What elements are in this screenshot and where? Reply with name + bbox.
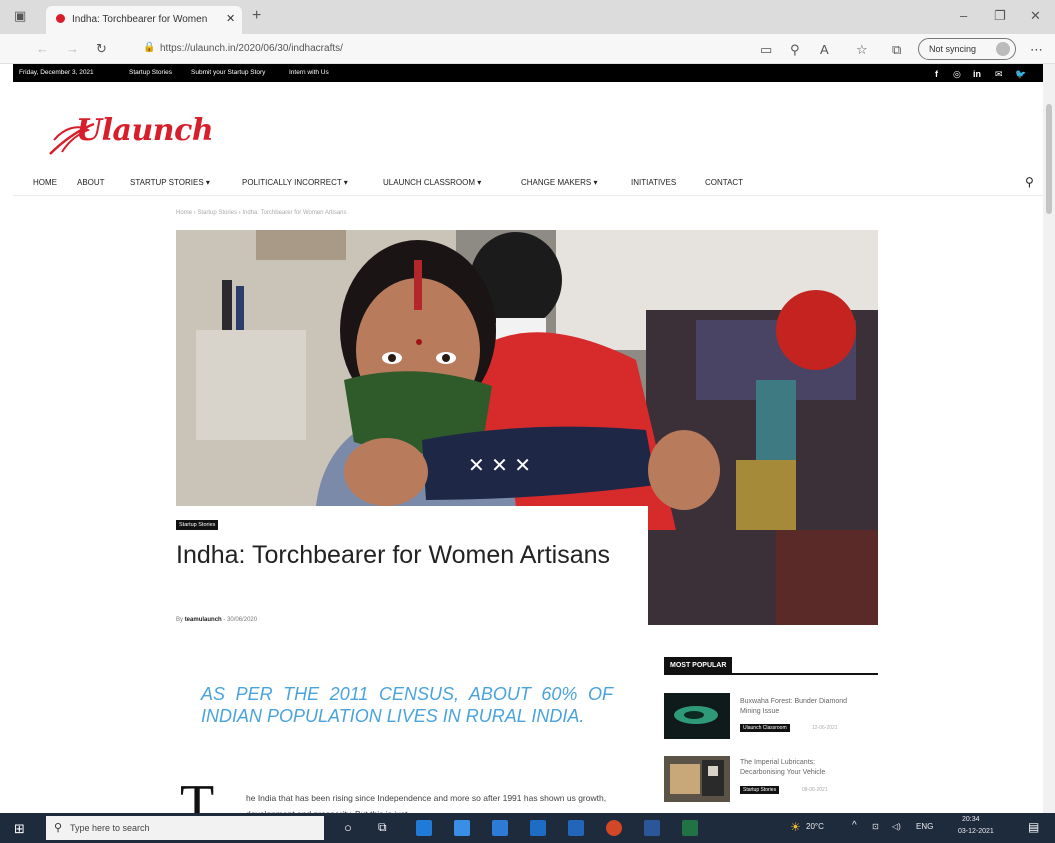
pull-quote: AS PER THE 2011 CENSUS, ABOUT 60% OF IND… (201, 684, 613, 726)
nav-ulaunch-classroom[interactable]: ULAUNCH CLASSROOM ▾ (383, 178, 481, 187)
mail-icon[interactable] (530, 820, 546, 836)
nav-about[interactable]: ABOUT (77, 178, 105, 187)
clock-date[interactable]: 03-12-2021 (958, 828, 994, 835)
scrollbar-thumb[interactable] (1046, 104, 1052, 214)
most-popular-header: MOST POPULAR (664, 657, 878, 675)
collections-icon[interactable]: ⧉ (892, 43, 901, 56)
taskbar-search-input[interactable]: ⚲ Type here to search (46, 816, 324, 840)
cortana-icon[interactable]: ○ (344, 820, 352, 835)
tray-expand-icon[interactable]: ^ (852, 820, 857, 831)
popular-date-1: 12-06-2021 (812, 725, 838, 731)
task-view-icon[interactable]: ⧉ (378, 820, 387, 835)
sync-label: Not syncing (929, 44, 977, 54)
network-icon[interactable]: ⊡ (872, 822, 879, 831)
logo-text: Ulaunch (76, 113, 214, 148)
address-bar: ← → ↻ 🔒 https://ulaunch.in/2020/06/30/in… (0, 34, 1055, 64)
search-icon[interactable]: ⚲ (1025, 175, 1034, 189)
popular-thumbnail-2 (664, 756, 730, 802)
powerpoint-icon[interactable] (606, 820, 622, 836)
email-icon[interactable]: ✉ (995, 69, 1003, 80)
tab-title: Indha: Torchbearer for Women (72, 14, 208, 25)
refresh-icon[interactable]: ↻ (96, 42, 107, 55)
windows-taskbar: ⊞ ⚲ Type here to search ○ ⧉ ☀ 20°C ^ ⊡ ◁… (0, 813, 1055, 843)
popular-category-2[interactable]: Startup Stories (740, 786, 780, 794)
notifications-icon[interactable]: ▤ (1028, 820, 1039, 834)
word-icon[interactable] (644, 820, 660, 836)
popular-title-1[interactable]: Buxwaha Forest: Bunder Diamond Mining Is… (740, 697, 850, 717)
outlook-icon[interactable] (568, 820, 584, 836)
weather-temp[interactable]: 20°C (806, 822, 824, 831)
nav-initiatives[interactable]: INITIATIVES (631, 178, 676, 187)
popular-category-1[interactable]: Ulaunch Classroom (740, 724, 790, 732)
main-navigation: HOME ABOUT STARTUP STORIES ▾ POLITICALLY… (13, 170, 1043, 196)
author-link[interactable]: teamulaunch (185, 617, 222, 623)
new-tab-icon[interactable]: + (252, 8, 261, 24)
tab-close-icon[interactable]: ✕ (226, 12, 235, 25)
popular-thumbnail-1 (664, 693, 730, 739)
lock-icon[interactable]: 🔒 (143, 43, 155, 53)
topbar-link-submit-story[interactable]: Submit your Startup Story (191, 69, 265, 76)
breadcrumb: Home › Startup Stories › Indha: Torchbea… (176, 210, 347, 216)
tab-actions-icon[interactable]: ▣ (14, 9, 26, 22)
forward-icon[interactable]: → (66, 42, 79, 55)
byline: By teamulaunch - 30/06/2020 (176, 617, 257, 623)
search-magnifier-icon: ⚲ (54, 822, 63, 834)
url-field[interactable]: https://ulaunch.in/2020/06/30/indhacraft… (160, 38, 950, 60)
window-close-icon[interactable]: ✕ (1030, 9, 1041, 22)
profile-avatar (996, 42, 1010, 56)
nav-change-makers[interactable]: CHANGE MAKERS ▾ (521, 178, 597, 187)
facebook-icon[interactable]: f (935, 69, 938, 79)
weather-icon[interactable]: ☀ (790, 820, 801, 834)
article-title: Indha: Torchbearer for Women Artisans (176, 541, 611, 569)
topbar-link-startup-stories[interactable]: Startup Stories (129, 69, 172, 76)
category-badge[interactable]: Startup Stories (176, 520, 219, 530)
nav-startup-stories[interactable]: STARTUP STORIES ▾ (130, 178, 210, 187)
more-menu-icon[interactable]: ⋯ (1030, 43, 1043, 56)
browser-tab-bar: ▣ Indha: Torchbearer for Women ✕ + – ❐ ✕ (0, 0, 1055, 34)
back-icon[interactable]: ← (36, 42, 49, 55)
windows-start-icon[interactable]: ⊞ (14, 821, 25, 837)
zoom-icon[interactable]: ⚲ (790, 43, 800, 56)
browser-tab[interactable]: Indha: Torchbearer for Women ✕ (46, 6, 242, 34)
minimize-icon[interactable]: – (960, 9, 967, 22)
reading-view-icon[interactable]: ▭ (760, 43, 772, 56)
most-popular-title: MOST POPULAR (664, 657, 733, 673)
page-scrollbar[interactable] (1043, 64, 1055, 813)
nav-contact[interactable]: CONTACT (705, 178, 743, 187)
current-date: Friday, December 3, 2021 (19, 69, 94, 76)
popular-date-2: 08-06-2021 (802, 787, 828, 793)
taskbar-search-placeholder: Type here to search (70, 823, 150, 833)
linkedin-icon[interactable]: in (973, 69, 981, 79)
publish-date: 30/06/2020 (227, 617, 258, 623)
file-explorer-icon[interactable] (454, 820, 470, 836)
twitter-icon[interactable]: 🐦 (1015, 69, 1026, 80)
favorite-star-icon[interactable]: ☆ (856, 43, 868, 56)
clock-time[interactable]: 20:34 (962, 816, 980, 823)
volume-icon[interactable]: ◁) (892, 822, 901, 831)
excel-icon[interactable] (682, 820, 698, 836)
language-indicator[interactable]: ENG (916, 822, 933, 831)
site-top-bar: Friday, December 3, 2021 Startup Stories… (13, 64, 1043, 82)
byline-prefix: By (176, 617, 184, 623)
store-icon[interactable] (492, 820, 508, 836)
instagram-icon[interactable]: ◎ (953, 69, 961, 80)
popular-title-2[interactable]: The Imperial Lubricants: Decarbonising Y… (740, 758, 850, 778)
edge-browser-icon[interactable] (416, 820, 432, 836)
svg-text:✕ ✕ ✕: ✕ ✕ ✕ (468, 453, 531, 477)
nav-home[interactable]: HOME (33, 178, 57, 187)
profile-sync-button[interactable]: Not syncing (918, 38, 1016, 60)
favicon-icon (56, 14, 65, 23)
topbar-link-intern[interactable]: Intern with Us (289, 69, 329, 76)
restore-icon[interactable]: ❐ (994, 9, 1006, 22)
read-aloud-icon[interactable]: A (820, 43, 829, 56)
nav-politically-incorrect[interactable]: POLITICALLY INCORRECT ▾ (242, 178, 348, 187)
